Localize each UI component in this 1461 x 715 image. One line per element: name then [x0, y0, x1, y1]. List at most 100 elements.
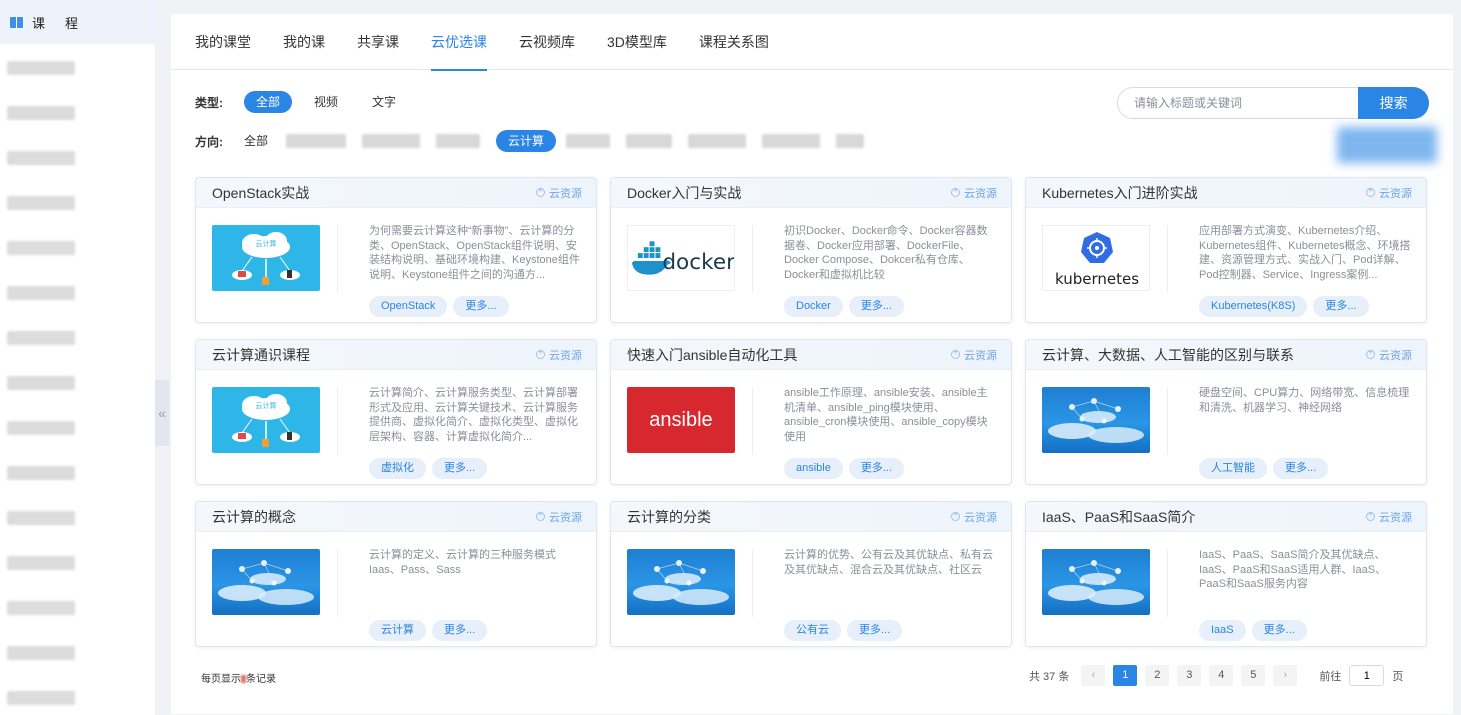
course-card[interactable]: Kubernetes入门进阶实战 云资源 kubernetes 应用部署方式演变…: [1025, 177, 1427, 323]
type-option-video[interactable]: 视频: [302, 91, 350, 113]
card-tags: 公有云 更多...: [784, 620, 908, 641]
search-input[interactable]: [1117, 87, 1359, 119]
tag[interactable]: 公有云: [784, 620, 841, 641]
card-title[interactable]: OpenStack实战: [212, 183, 309, 203]
card-title[interactable]: 云计算的概念: [212, 507, 296, 527]
sidebar-item-redacted[interactable]: [7, 421, 75, 435]
tag[interactable]: IaaS: [1199, 620, 1246, 641]
card-title[interactable]: Kubernetes入门进阶实战: [1042, 183, 1198, 203]
cloud-resource-label: 云资源: [549, 511, 582, 524]
direction-option-redacted[interactable]: [436, 134, 481, 148]
more-tag[interactable]: 更多...: [1273, 458, 1329, 479]
page-4-button[interactable]: 4: [1209, 665, 1234, 686]
direction-option-redacted[interactable]: [286, 134, 347, 148]
course-card[interactable]: IaaS、PaaS和SaaS简介 云资源 IaaS、PaaS、SaaS简介: [1025, 501, 1427, 647]
course-card[interactable]: Docker入门与实战 云资源 docker 初识Docker、Docker命令…: [610, 177, 1012, 323]
tab-my-classroom[interactable]: 我的课堂: [195, 14, 251, 70]
more-tag[interactable]: 更多...: [453, 296, 509, 317]
card-title[interactable]: Docker入门与实战: [627, 183, 741, 203]
card-title[interactable]: 云计算、大数据、人工智能的区别与联系: [1042, 345, 1294, 365]
tab-cloud-selected[interactable]: 云优选课: [431, 14, 487, 71]
sidebar-item-redacted[interactable]: [7, 556, 75, 570]
sidebar-item-redacted[interactable]: [7, 466, 75, 480]
sidebar-item-redacted[interactable]: [7, 106, 75, 120]
sidebar-item-redacted[interactable]: [7, 601, 75, 615]
direction-option-all[interactable]: 全部: [244, 130, 268, 152]
search-button[interactable]: 搜索: [1358, 87, 1429, 119]
more-tag[interactable]: 更多...: [1313, 296, 1369, 317]
tab-cloud-video-library[interactable]: 云视频库: [519, 14, 575, 70]
direction-option-redacted[interactable]: [688, 134, 747, 148]
more-tag[interactable]: 更多...: [847, 620, 903, 641]
page-1-button[interactable]: 1: [1113, 665, 1138, 686]
tag[interactable]: 人工智能: [1199, 458, 1267, 479]
sidebar-item-redacted[interactable]: [7, 646, 75, 660]
sidebar-item-redacted[interactable]: [7, 511, 75, 525]
page-5-button[interactable]: 5: [1241, 665, 1266, 686]
cloud-resource-label: 云资源: [549, 349, 582, 362]
tag[interactable]: 云计算: [369, 620, 426, 641]
page-3-button[interactable]: 3: [1177, 665, 1202, 686]
more-tag[interactable]: 更多...: [432, 620, 488, 641]
tag[interactable]: ansible: [784, 458, 843, 479]
sidebar-item-course[interactable]: 课 程: [0, 0, 155, 44]
tab-my-courses[interactable]: 我的课: [283, 14, 325, 70]
course-thumbnail[interactable]: [1042, 387, 1150, 453]
card-title[interactable]: IaaS、PaaS和SaaS简介: [1042, 507, 1195, 527]
direction-option-redacted[interactable]: [566, 134, 611, 148]
course-thumbnail[interactable]: [1042, 549, 1150, 615]
course-thumbnail[interactable]: [627, 549, 735, 615]
direction-option-redacted[interactable]: [362, 134, 421, 148]
sidebar-item-redacted[interactable]: [7, 376, 75, 390]
course-thumbnail[interactable]: 云计算: [212, 225, 320, 291]
sidebar-item-redacted[interactable]: [7, 241, 75, 255]
sidebar-item-redacted[interactable]: [7, 61, 75, 75]
next-page-button[interactable]: ›: [1273, 665, 1298, 686]
tag[interactable]: Kubernetes(K8S): [1199, 296, 1308, 317]
goto-page-input[interactable]: [1349, 665, 1385, 686]
card-title[interactable]: 云计算的分类: [627, 507, 711, 527]
sidebar-item-redacted[interactable]: [7, 691, 75, 705]
prev-page-button[interactable]: ‹: [1081, 665, 1106, 686]
course-thumbnail[interactable]: docker: [627, 225, 735, 291]
direction-option-cloud[interactable]: 云计算: [496, 130, 557, 152]
more-tag[interactable]: 更多...: [432, 458, 488, 479]
card-title[interactable]: 快速入门ansible自动化工具: [627, 345, 797, 365]
course-thumbnail[interactable]: 云计算: [212, 387, 320, 453]
course-card[interactable]: 云计算的概念 云资源 云计算的定义、云计算的三种服务模式Iaas、Pass: [195, 501, 597, 647]
course-card[interactable]: 云计算的分类 云资源 云计算的优势、公有云及其优缺点、私有云及其优缺点、混: [610, 501, 1012, 647]
tab-course-graph[interactable]: 课程关系图: [699, 14, 769, 70]
course-thumbnail[interactable]: ansible: [627, 387, 735, 453]
tag[interactable]: 虚拟化: [369, 458, 426, 479]
course-card[interactable]: 云计算、大数据、人工智能的区别与联系 云资源 硬盘空间、CPU算力、网络带: [1025, 339, 1427, 485]
course-thumbnail[interactable]: kubernetes: [1042, 225, 1150, 291]
sidebar-item-redacted[interactable]: [7, 331, 75, 345]
more-tag[interactable]: 更多...: [848, 458, 905, 479]
tag[interactable]: OpenStack: [369, 296, 448, 317]
sidebar-item-redacted[interactable]: [7, 151, 75, 165]
card-title[interactable]: 云计算通识课程: [212, 345, 310, 365]
sidebar-title-part1: 课: [32, 15, 46, 31]
course-thumbnail[interactable]: [212, 549, 320, 615]
course-card[interactable]: 云计算通识课程 云资源 云计算: [195, 339, 597, 485]
sidebar-title-part2: 程: [65, 15, 79, 31]
direction-option-redacted[interactable]: [626, 134, 673, 148]
tag[interactable]: Docker: [784, 296, 843, 317]
direction-option-redacted[interactable]: [836, 134, 865, 148]
direction-option-redacted[interactable]: [762, 134, 821, 148]
sidebar-item-redacted[interactable]: [7, 286, 75, 300]
cloud-network-illustration: [218, 560, 314, 605]
more-tag[interactable]: 更多...: [1251, 620, 1307, 641]
cloud-resource-badge: 云资源: [536, 347, 582, 363]
card-description: 初识Docker、Docker命令、Docker容器数据卷、Docker应用部署…: [784, 225, 988, 281]
page-2-button[interactable]: 2: [1145, 665, 1170, 686]
type-option-text[interactable]: 文字: [360, 91, 408, 113]
sidebar-item-redacted[interactable]: [7, 196, 75, 210]
more-tag[interactable]: 更多...: [848, 296, 905, 317]
type-option-all[interactable]: 全部: [244, 91, 293, 113]
course-card[interactable]: 快速入门ansible自动化工具 云资源 ansible ansible工作原理…: [610, 339, 1012, 485]
sidebar-collapse-button[interactable]: «: [155, 380, 169, 446]
tab-3d-model-library[interactable]: 3D模型库: [607, 14, 667, 70]
tab-shared-courses[interactable]: 共享课: [357, 14, 399, 70]
course-card[interactable]: OpenStack实战 云资源 云计算: [195, 177, 597, 323]
